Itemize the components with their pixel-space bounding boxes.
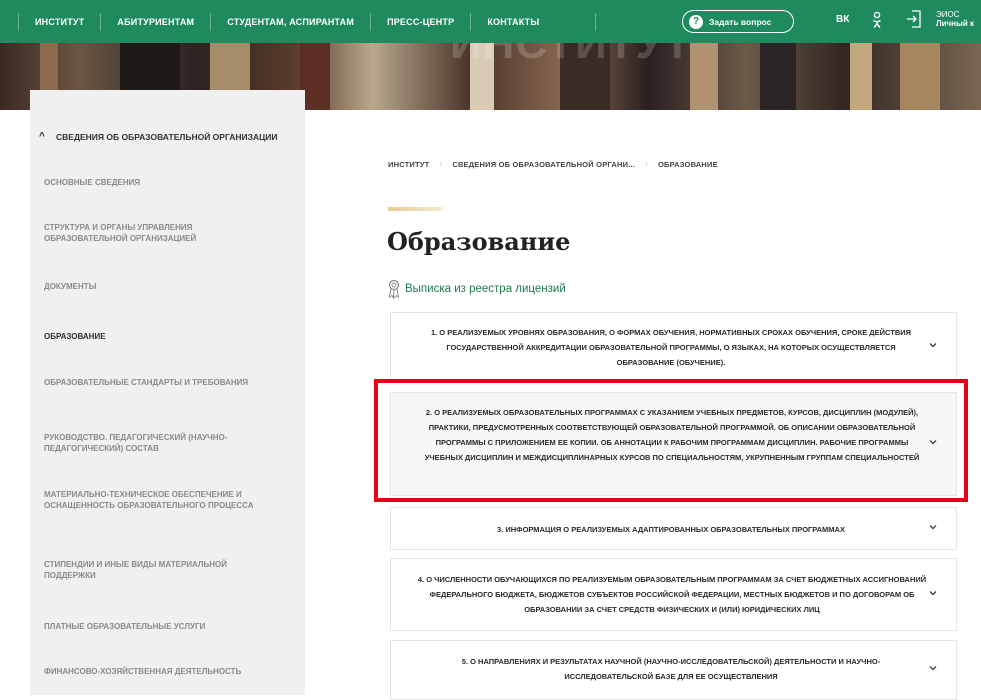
eios-label: ЭИОС [936,10,960,19]
odnoklassniki-icon[interactable] [872,11,882,29]
sidebar-item-finance[interactable]: ФИНАНСОВО-ХОЗЯЙСТВЕННАЯ ДЕЯТЕЛЬНОСТЬ [44,667,264,678]
vk-icon[interactable]: ВК [836,14,849,25]
accordion-item-3[interactable]: 3. ИНФОРМАЦИЯ О РЕАЛИЗУЕМЫХ АДАПТИРОВАНН… [390,507,957,550]
sidebar-item-education[interactable]: ОБРАЗОВАНИЕ [44,332,264,343]
nav-item-institute[interactable]: ИНСТИТУТ [18,12,100,31]
personal-account-label: Личный к [936,19,974,28]
chevron-down-icon [929,343,937,348]
chevron-down-icon [929,590,937,595]
title-accent-bar [388,207,442,211]
highlight-box [374,379,968,502]
chevron-down-icon [929,666,937,671]
breadcrumb-item-current: ОБРАЗОВАНИЕ [657,160,718,169]
license-extract-link[interactable]: Выписка из реестра лицензий [387,279,566,299]
sidebar-item-facilities[interactable]: МАТЕРИАЛЬНО-ТЕХНИЧЕСКОЕ ОБЕСПЕЧЕНИЕ И ОС… [44,490,264,511]
top-navbar: ИНСТИТУТ АБИТУРИЕНТАМ СТУДЕНТАМ, АСПИРАН… [0,0,981,43]
breadcrumb: ИНСТИТУТ / СВЕДЕНИЯ ОБ ОБРАЗОВАТЕЛЬНОЙ О… [388,160,718,169]
nav-item-contacts[interactable]: КОНТАКТЫ [470,12,555,31]
accordion-item-text: 5. О НАПРАВЛЕНИЯХ И РЕЗУЛЬТАТАХ НАУЧНОЙ … [461,657,881,681]
award-medal-icon [388,279,400,299]
sidebar-heading-label: СВЕДЕНИЯ ОБ ОБРАЗОВАТЕЛЬНОЙ ОРГАНИЗАЦИИ [56,132,278,142]
nav-divider [595,12,597,31]
login-icon[interactable] [906,9,922,29]
breadcrumb-separator: / [439,160,443,169]
accordion-item-1[interactable]: 1. О РЕАЛИЗУЕМЫХ УРОВНЯХ ОБРАЗОВАНИЯ, О … [390,312,957,382]
breadcrumb-separator: / [645,160,648,169]
sidebar-section-heading[interactable]: ^ СВЕДЕНИЯ ОБ ОБРАЗОВАТЕЛЬНОЙ ОРГАНИЗАЦИ… [39,131,296,143]
page-title: Образование [387,227,571,256]
sidebar-item-standards[interactable]: ОБРАЗОВАТЕЛЬНЫЕ СТАНДАРТЫ И ТРЕБОВАНИЯ [44,378,264,389]
sidebar-item-documents[interactable]: ДОКУМЕНТЫ [44,282,264,293]
accordion-item-text: 1. О РЕАЛИЗУЕМЫХ УРОВНЯХ ОБРАЗОВАНИЯ, О … [430,328,912,367]
accordion-item-4[interactable]: 4. О ЧИСЛЕННОСТИ ОБУЧАЮЩИХСЯ ПО РЕАЛИЗУЕ… [390,558,957,631]
sidebar-item-paid-services[interactable]: ПЛАТНЫЕ ОБРАЗОВАТЕЛЬНЫЕ УСЛУГИ [44,622,264,633]
ask-question-label: Задать вопрос [709,16,772,27]
ask-question-button[interactable]: ? Задать вопрос [682,10,794,33]
sidebar-item-scholarships[interactable]: СТИПЕНДИИ И ИНЫЕ ВИДЫ МАТЕРИАЛЬНОЙ ПОДДЕ… [44,560,264,581]
chevron-down-icon [929,524,937,529]
accordion-item-text: 4. О ЧИСЛЕННОСТИ ОБУЧАЮЩИХСЯ ПО РЕАЛИЗУЕ… [417,575,927,614]
chevron-up-icon: ^ [39,131,45,142]
sidebar-item-basic-info[interactable]: ОСНОВНЫЕ СВЕДЕНИЯ [44,178,264,189]
hero-watermark-title: ИНСТИТУТ [450,43,692,68]
breadcrumb-item-org-info[interactable]: СВЕДЕНИЯ ОБ ОБРАЗОВАТЕЛЬНОЙ ОРГАНИ... [452,160,635,169]
nav-item-press[interactable]: ПРЕСС-ЦЕНТР [370,12,470,31]
accordion-item-5[interactable]: 5. О НАПРАВЛЕНИЯХ И РЕЗУЛЬТАТАХ НАУЧНОЙ … [390,640,957,700]
sidebar-item-structure[interactable]: СТРУКТУРА И ОРГАНЫ УПРАВЛЕНИЯ ОБРАЗОВАТЕ… [44,223,264,244]
question-icon: ? [689,14,703,29]
nav-item-students[interactable]: СТУДЕНТАМ, АСПИРАНТАМ [210,12,370,31]
nav-item-applicants[interactable]: АБИТУРИЕНТАМ [100,12,210,31]
breadcrumb-item-institute[interactable]: ИНСТИТУТ [388,160,429,169]
eios-personal-account-link[interactable]: ЭИОС Личный к [936,10,974,28]
sidebar-item-staff[interactable]: РУКОВОДСТВО. ПЕДАГОГИЧЕСКИЙ (НАУЧНО-ПЕДА… [44,433,264,454]
license-link-label: Выписка из реестра лицензий [405,283,566,295]
accordion-item-text: 3. ИНФОРМАЦИЯ О РЕАЛИЗУЕМЫХ АДАПТИРОВАНН… [497,525,845,534]
